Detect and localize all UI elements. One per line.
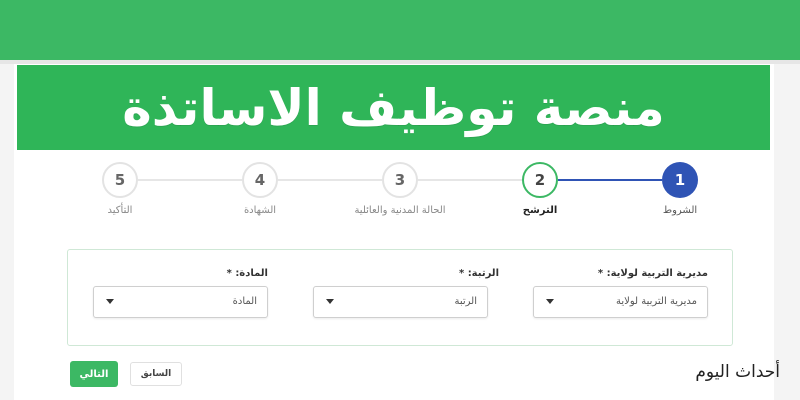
directorate-select[interactable]: مديرية التربية لولاية: [533, 286, 708, 318]
left-page-margin: [0, 64, 14, 400]
chevron-down-icon: [106, 299, 114, 304]
directorate-select-value: مديرية التربية لولاية: [616, 296, 697, 307]
step-2-number: 2: [534, 171, 546, 189]
step-connector-3-4: [278, 179, 382, 181]
previous-button[interactable]: السابق: [130, 362, 182, 386]
top-header-bar: [0, 0, 800, 60]
step-3-label: الحالة المدنية والعائلية: [354, 205, 446, 216]
platform-title: منصة توظيف الاساتذة: [122, 78, 665, 137]
chevron-down-icon: [326, 299, 334, 304]
directorate-label-text: مديرية التربية لولاية:: [606, 268, 708, 279]
next-button[interactable]: التالي: [70, 361, 118, 387]
step-3-number: 3: [394, 171, 406, 189]
required-mark: *: [597, 268, 604, 279]
rank-label-text: الرتبة:: [467, 268, 499, 279]
rank-select-value: الرتبة: [454, 296, 477, 307]
step-connector-2-3: [418, 179, 522, 181]
step-3-circle[interactable]: 3: [382, 162, 418, 198]
platform-banner: منصة توظيف الاساتذة: [17, 65, 770, 150]
subject-select-value: المادة: [232, 296, 257, 307]
header-divider: [0, 60, 800, 64]
step-5-label: التأكيد: [107, 205, 133, 216]
step-connector-4-5: [138, 179, 242, 181]
step-4-circle[interactable]: 4: [242, 162, 278, 198]
subject-label: المادة: *: [227, 268, 268, 279]
step-1-circle[interactable]: 1: [662, 162, 698, 198]
step-4-label: الشهادة: [243, 205, 277, 216]
subject-select[interactable]: المادة: [93, 286, 268, 318]
chevron-down-icon: [546, 299, 554, 304]
step-1-label: الشروط: [662, 205, 698, 216]
subject-label-text: المادة:: [235, 268, 268, 279]
required-mark: *: [226, 268, 232, 279]
step-connector-1-2: [558, 179, 662, 181]
step-5-number: 5: [114, 171, 126, 189]
step-2-label: الترشح: [522, 205, 558, 216]
required-mark: *: [458, 268, 465, 279]
watermark-text: أحداث اليوم: [695, 362, 780, 382]
directorate-label: مديرية التربية لولاية: *: [598, 268, 708, 279]
rank-select[interactable]: الرتبة: [313, 286, 488, 318]
step-1-number: 1: [674, 171, 686, 189]
step-5-circle[interactable]: 5: [102, 162, 138, 198]
step-2-circle[interactable]: 2: [522, 162, 558, 198]
step-4-number: 4: [254, 171, 266, 189]
right-page-margin: [774, 64, 800, 400]
rank-label: الرتبة: *: [459, 268, 499, 279]
